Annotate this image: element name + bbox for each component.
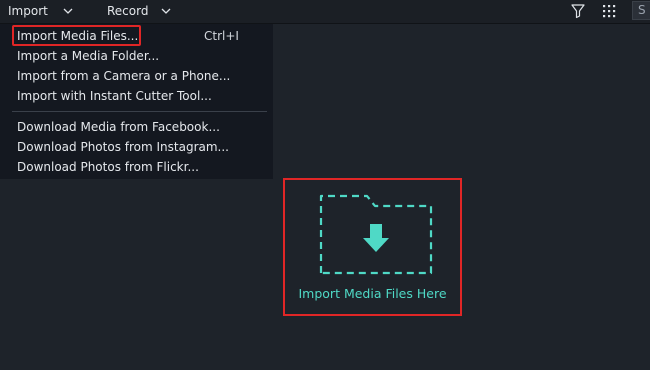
menu-divider xyxy=(12,111,267,112)
import-label: Import xyxy=(8,4,48,18)
menu-item-label: Import from a Camera or a Phone... xyxy=(17,69,231,83)
folder-download-icon xyxy=(319,194,433,275)
menu-item-shortcut: Ctrl+I xyxy=(204,29,239,43)
import-drop-zone[interactable]: Import Media Files Here xyxy=(283,178,462,316)
chevron-down-icon xyxy=(63,8,73,14)
drop-zone-label: Import Media Files Here xyxy=(298,286,447,301)
filter-icon[interactable] xyxy=(570,3,586,19)
menu-item-import-media-folder[interactable]: Import a Media Folder... xyxy=(17,47,159,65)
menu-item-label: Download Photos from Instagram... xyxy=(17,140,229,154)
highlight-annotation xyxy=(12,25,141,46)
import-dropdown-button[interactable]: Import xyxy=(8,0,73,22)
search-input[interactable]: S xyxy=(632,1,650,20)
import-dropdown-menu: Import Media Files... Ctrl+I Import a Me… xyxy=(0,24,273,179)
grid-icon[interactable] xyxy=(601,3,617,19)
record-label: Record xyxy=(107,4,149,18)
menu-item-label: Download Media from Facebook... xyxy=(17,120,220,134)
menu-item-download-facebook[interactable]: Download Media from Facebook... xyxy=(17,118,220,136)
menu-item-download-flickr[interactable]: Download Photos from Flickr... xyxy=(17,158,199,176)
media-toolbar: Import Record S xyxy=(0,0,650,24)
menu-item-label: Import a Media Folder... xyxy=(17,49,160,63)
menu-item-import-from-camera[interactable]: Import from a Camera or a Phone... xyxy=(17,67,230,85)
chevron-down-icon xyxy=(161,8,171,14)
record-dropdown-button[interactable]: Record xyxy=(107,0,171,22)
search-input-text: S xyxy=(638,3,646,17)
menu-item-label: Download Photos from Flickr... xyxy=(17,160,199,174)
menu-item-label: Import with Instant Cutter Tool... xyxy=(17,89,212,103)
menu-item-import-instant-cutter[interactable]: Import with Instant Cutter Tool... xyxy=(17,87,212,105)
menu-item-download-instagram[interactable]: Download Photos from Instagram... xyxy=(17,138,229,156)
